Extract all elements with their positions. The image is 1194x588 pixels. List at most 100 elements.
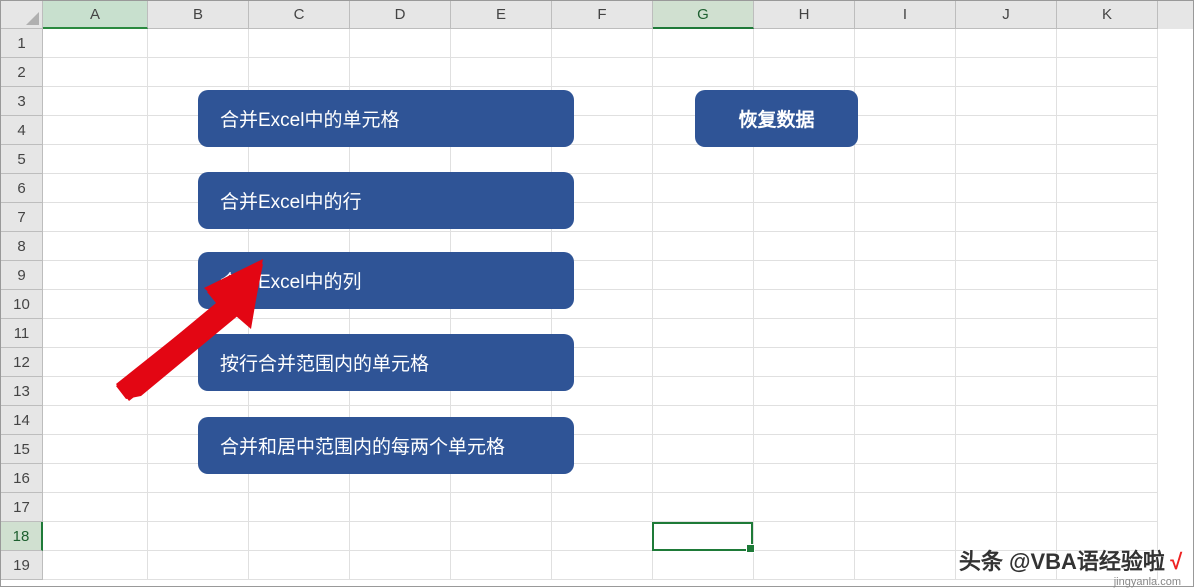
- cell-K8[interactable]: [1057, 232, 1158, 261]
- cell-I3[interactable]: [855, 87, 956, 116]
- cell-G13[interactable]: [653, 377, 754, 406]
- cell-G17[interactable]: [653, 493, 754, 522]
- merge-columns-button[interactable]: 合并Excel中的列: [198, 252, 574, 309]
- row-header-5[interactable]: 5: [1, 145, 43, 174]
- cell-H12[interactable]: [754, 348, 855, 377]
- row-header-7[interactable]: 7: [1, 203, 43, 232]
- cell-H15[interactable]: [754, 435, 855, 464]
- cell-B5[interactable]: [148, 145, 249, 174]
- column-header-F[interactable]: F: [552, 1, 653, 29]
- cell-F18[interactable]: [552, 522, 653, 551]
- cell-H19[interactable]: [754, 551, 855, 580]
- cell-K2[interactable]: [1057, 58, 1158, 87]
- cell-K7[interactable]: [1057, 203, 1158, 232]
- cell-G1[interactable]: [653, 29, 754, 58]
- cell-G18[interactable]: [653, 522, 754, 551]
- cell-A19[interactable]: [43, 551, 148, 580]
- cell-I2[interactable]: [855, 58, 956, 87]
- cell-H2[interactable]: [754, 58, 855, 87]
- row-header-17[interactable]: 17: [1, 493, 43, 522]
- merge-rows-button[interactable]: 合并Excel中的行: [198, 172, 574, 229]
- cell-A11[interactable]: [43, 319, 148, 348]
- cell-I16[interactable]: [855, 464, 956, 493]
- cell-G19[interactable]: [653, 551, 754, 580]
- cell-K14[interactable]: [1057, 406, 1158, 435]
- cell-F5[interactable]: [552, 145, 653, 174]
- column-header-E[interactable]: E: [451, 1, 552, 29]
- cell-K10[interactable]: [1057, 290, 1158, 319]
- cell-F2[interactable]: [552, 58, 653, 87]
- cell-H13[interactable]: [754, 377, 855, 406]
- cell-I9[interactable]: [855, 261, 956, 290]
- column-header-B[interactable]: B: [148, 1, 249, 29]
- cell-K13[interactable]: [1057, 377, 1158, 406]
- column-header-C[interactable]: C: [249, 1, 350, 29]
- cell-I11[interactable]: [855, 319, 956, 348]
- cell-K1[interactable]: [1057, 29, 1158, 58]
- cell-H17[interactable]: [754, 493, 855, 522]
- cell-A4[interactable]: [43, 116, 148, 145]
- cell-I7[interactable]: [855, 203, 956, 232]
- row-header-4[interactable]: 4: [1, 116, 43, 145]
- cell-G2[interactable]: [653, 58, 754, 87]
- cell-F1[interactable]: [552, 29, 653, 58]
- cell-K12[interactable]: [1057, 348, 1158, 377]
- cell-C17[interactable]: [249, 493, 350, 522]
- column-header-D[interactable]: D: [350, 1, 451, 29]
- cell-G7[interactable]: [653, 203, 754, 232]
- column-header-A[interactable]: A: [43, 1, 148, 29]
- cell-A5[interactable]: [43, 145, 148, 174]
- cell-E19[interactable]: [451, 551, 552, 580]
- cell-K17[interactable]: [1057, 493, 1158, 522]
- merge-cells-button[interactable]: 合并Excel中的单元格: [198, 90, 574, 147]
- cell-A1[interactable]: [43, 29, 148, 58]
- cell-E2[interactable]: [451, 58, 552, 87]
- cell-D1[interactable]: [350, 29, 451, 58]
- cell-A9[interactable]: [43, 261, 148, 290]
- cell-F17[interactable]: [552, 493, 653, 522]
- cell-J10[interactable]: [956, 290, 1057, 319]
- cell-A2[interactable]: [43, 58, 148, 87]
- cell-D19[interactable]: [350, 551, 451, 580]
- row-header-9[interactable]: 9: [1, 261, 43, 290]
- cell-F19[interactable]: [552, 551, 653, 580]
- cell-H10[interactable]: [754, 290, 855, 319]
- cell-J16[interactable]: [956, 464, 1057, 493]
- cell-I10[interactable]: [855, 290, 956, 319]
- column-header-G[interactable]: G: [653, 1, 754, 29]
- cell-A16[interactable]: [43, 464, 148, 493]
- cell-K16[interactable]: [1057, 464, 1158, 493]
- row-header-18[interactable]: 18: [1, 522, 43, 551]
- cell-A18[interactable]: [43, 522, 148, 551]
- cell-G10[interactable]: [653, 290, 754, 319]
- cell-G16[interactable]: [653, 464, 754, 493]
- row-header-13[interactable]: 13: [1, 377, 43, 406]
- cell-D2[interactable]: [350, 58, 451, 87]
- cell-I8[interactable]: [855, 232, 956, 261]
- cell-I15[interactable]: [855, 435, 956, 464]
- column-header-I[interactable]: I: [855, 1, 956, 29]
- cell-J8[interactable]: [956, 232, 1057, 261]
- cell-H6[interactable]: [754, 174, 855, 203]
- cell-K9[interactable]: [1057, 261, 1158, 290]
- cell-A3[interactable]: [43, 87, 148, 116]
- cell-J6[interactable]: [956, 174, 1057, 203]
- cell-E1[interactable]: [451, 29, 552, 58]
- cell-E17[interactable]: [451, 493, 552, 522]
- row-header-19[interactable]: 19: [1, 551, 43, 580]
- cell-J15[interactable]: [956, 435, 1057, 464]
- cell-G14[interactable]: [653, 406, 754, 435]
- cell-B18[interactable]: [148, 522, 249, 551]
- cell-H1[interactable]: [754, 29, 855, 58]
- cell-H16[interactable]: [754, 464, 855, 493]
- cell-A7[interactable]: [43, 203, 148, 232]
- cell-I1[interactable]: [855, 29, 956, 58]
- cell-A13[interactable]: [43, 377, 148, 406]
- merge-center-pairs-button[interactable]: 合并和居中范围内的每两个单元格: [198, 417, 574, 474]
- cell-K4[interactable]: [1057, 116, 1158, 145]
- cell-E5[interactable]: [451, 145, 552, 174]
- cell-C5[interactable]: [249, 145, 350, 174]
- restore-data-button[interactable]: 恢复数据: [695, 90, 858, 147]
- row-header-16[interactable]: 16: [1, 464, 43, 493]
- row-header-3[interactable]: 3: [1, 87, 43, 116]
